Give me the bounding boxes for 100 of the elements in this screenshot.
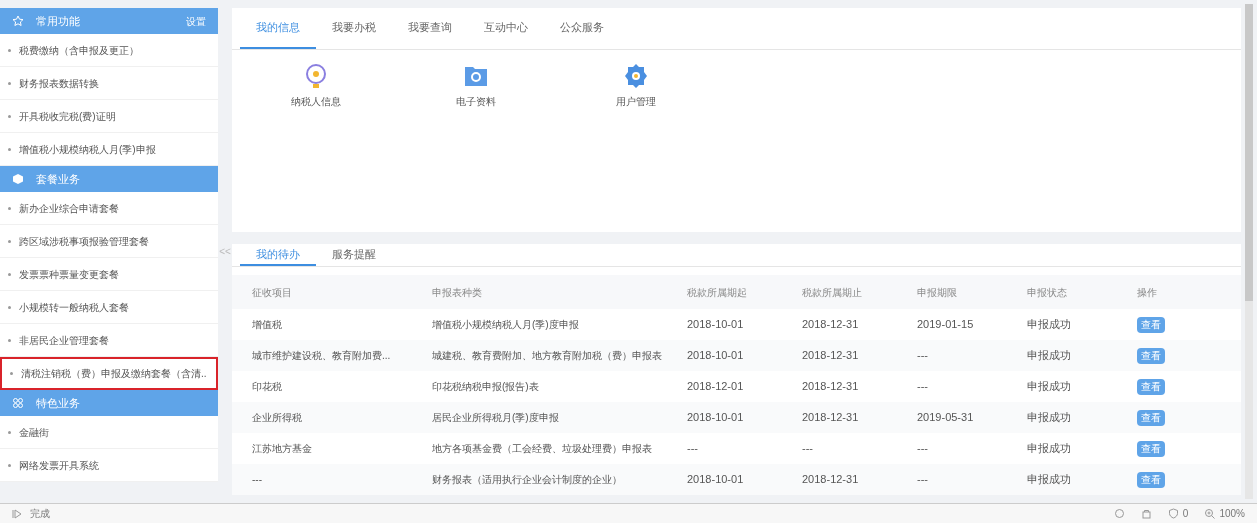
tab[interactable]: 我要查询 (392, 8, 468, 49)
sidebar-item[interactable]: 小规模转一般纳税人套餐 (0, 291, 218, 324)
gear-icon[interactable] (622, 62, 650, 90)
table-cell: 2018-12-31 (782, 464, 897, 495)
tab[interactable]: 我要办税 (316, 8, 392, 49)
tab[interactable]: 我的信息 (240, 8, 316, 49)
sidebar-item[interactable]: 金融街 (0, 416, 218, 449)
item-label: 非居民企业管理套餐 (19, 333, 109, 348)
sidebar-item[interactable]: 税费缴纳（含申报及更正） (0, 34, 218, 67)
count-text: 0 (1182, 507, 1189, 521)
zoom-icon[interactable] (1204, 508, 1216, 519)
table-cell: 2018-12-31 (782, 402, 897, 433)
scrollbar[interactable] (1245, 4, 1253, 499)
table-cell: 2018-10-01 (667, 402, 782, 433)
item-label: 跨区域涉税事项报验管理套餐 (19, 234, 149, 249)
table-cell: --- (897, 371, 1007, 402)
table-cell: 2018-12-31 (782, 371, 897, 402)
sidebar-item[interactable]: 网络发票开具系统 (0, 449, 218, 482)
section-title: 特色业务 (36, 395, 81, 411)
table-cell: 2018-12-01 (667, 371, 782, 402)
table-cell: 城市维护建设税、教育附加费... (232, 340, 412, 371)
bullet-icon (8, 430, 11, 434)
tab[interactable]: 我的待办 (240, 244, 316, 266)
table-cell: --- (667, 433, 782, 464)
item-label: 发票票种票量变更套餐 (19, 267, 119, 282)
lock-icon[interactable] (1140, 508, 1152, 519)
item-label: 小规模转一般纳税人套餐 (19, 300, 129, 315)
shortcut-label[interactable]: 用户管理 (616, 94, 656, 109)
table-cell: --- (897, 464, 1007, 495)
table-cell: 增值税小规模纳税人月(季)度申报 (412, 309, 667, 340)
table-cell: 江苏地方基金 (232, 433, 412, 464)
bullet-icon (8, 114, 11, 118)
play-icon (12, 508, 22, 519)
column-header: 申报期限 (897, 275, 1007, 309)
bullet-icon (8, 239, 11, 243)
column-header: 申报表种类 (412, 275, 667, 309)
item-label: 财务报表数据转换 (19, 76, 99, 91)
column-header: 税款所属期起 (667, 275, 782, 309)
sidebar-item[interactable]: 清税注销税（费）申报及缴纳套餐（含清.. (0, 357, 218, 390)
sidebar-item[interactable]: 跨区域涉税事项报验管理套餐 (0, 225, 218, 258)
table-cell: 申报成功 (1007, 371, 1117, 402)
table-cell: 申报成功 (1007, 464, 1117, 495)
bullet-icon (8, 338, 11, 342)
bullet-icon (8, 81, 11, 85)
column-header: 申报状态 (1007, 275, 1117, 309)
bullet-icon (8, 206, 11, 210)
item-label: 金融街 (19, 425, 49, 440)
status-text: 完成 (30, 507, 50, 521)
table-cell: 申报成功 (1007, 340, 1117, 371)
table-cell: 2018-10-01 (667, 309, 782, 340)
table-cell: 2019-05-31 (897, 402, 1007, 433)
shortcut-label[interactable]: 电子资料 (456, 94, 496, 109)
sidebar-item[interactable]: 新办企业综合申请套餐 (0, 192, 218, 225)
grid-icon (12, 397, 24, 409)
sidebar-item[interactable]: 发票票种票量变更套餐 (0, 258, 218, 291)
zoom-level[interactable]: 100% (1219, 506, 1245, 521)
bullet-icon (8, 272, 11, 276)
table-cell: 印花税 (232, 371, 412, 402)
table-cell: --- (897, 433, 1007, 464)
item-label: 网络发票开具系统 (19, 458, 99, 473)
table-cell: 申报成功 (1007, 433, 1117, 464)
table-cell: 2018-12-31 (782, 309, 897, 340)
item-label: 增值税小规模纳税人月(季)申报 (19, 142, 156, 157)
table-cell: 2019-01-15 (897, 309, 1007, 340)
table-cell: 申报成功 (1007, 309, 1117, 340)
cube-icon (12, 173, 24, 185)
item-label: 新办企业综合申请套餐 (19, 201, 119, 216)
table-cell: 2018-10-01 (667, 464, 782, 495)
shortcut-label[interactable]: 纳税人信息 (291, 94, 341, 109)
bullet-icon (10, 372, 13, 375)
column-header: 征收项目 (232, 275, 412, 309)
table-cell: 2018-10-01 (667, 340, 782, 371)
table-cell: 财务报表（适用执行企业会计制度的企业） (412, 464, 667, 495)
item-label: 开具税收完税(费)证明 (19, 109, 116, 124)
star-icon (12, 15, 24, 27)
table-cell: 2018-12-31 (782, 340, 897, 371)
tab[interactable]: 公众服务 (544, 8, 620, 49)
table-cell: 企业所得税 (232, 402, 412, 433)
sidebar-item[interactable]: 非居民企业管理套餐 (0, 324, 218, 357)
item-label: 税费缴纳（含申报及更正） (19, 43, 139, 58)
tab[interactable]: 服务提醒 (316, 244, 392, 266)
table-cell: --- (897, 340, 1007, 371)
table-cell: 增值税 (232, 309, 412, 340)
column-header: 操作 (1117, 275, 1241, 309)
column-header: 税款所属期止 (782, 275, 897, 309)
sidebar-item[interactable]: 开具税收完税(费)证明 (0, 100, 218, 133)
sidebar-item[interactable]: 财务报表数据转换 (0, 67, 218, 100)
bullet-icon (8, 463, 11, 467)
bullet-icon (8, 147, 11, 151)
section-title: 套餐业务 (36, 171, 81, 187)
section-title: 常用功能 (36, 13, 81, 29)
table-cell: 申报成功 (1007, 402, 1117, 433)
tab[interactable]: 互动中心 (468, 8, 544, 49)
item-label: 清税注销税（费）申报及缴纳套餐（含清.. (21, 367, 207, 381)
bullet-icon (8, 48, 11, 52)
table-cell: --- (232, 464, 412, 495)
shield-icon[interactable] (1167, 508, 1179, 519)
table-cell: 地方各项基金费（工会经费、垃圾处理费）申报表 (412, 433, 667, 464)
bullet-icon (8, 305, 11, 309)
table-cell: --- (782, 433, 897, 464)
